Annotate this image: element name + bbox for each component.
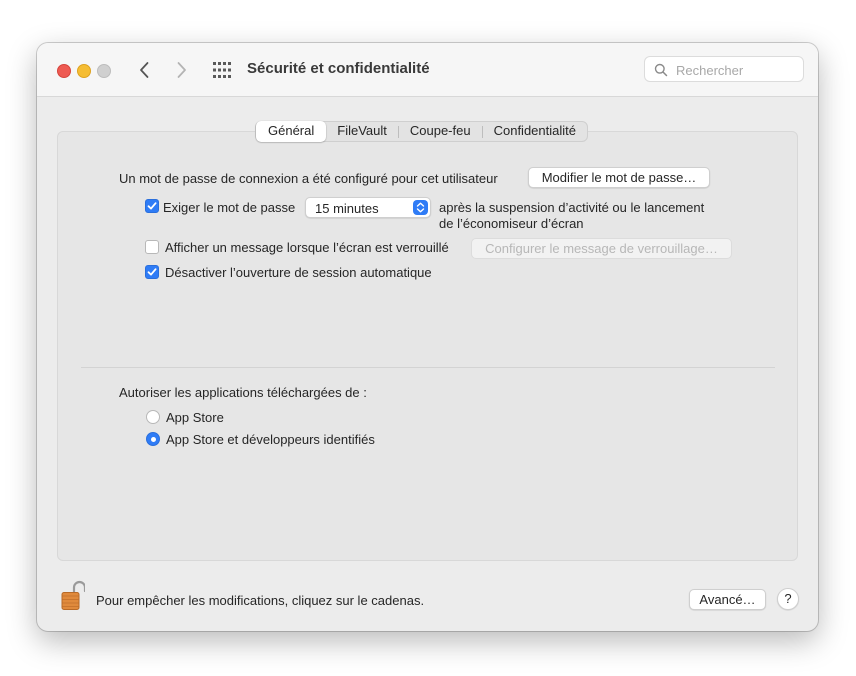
show-message-label: Afficher un message lorsque l’écran est … [165, 240, 449, 255]
disable-autologin-checkbox[interactable] [145, 265, 159, 279]
forward-button[interactable] [170, 59, 192, 81]
password-configured-text: Un mot de passe de connexion a été confi… [119, 171, 498, 186]
section-divider [81, 367, 775, 368]
chevron-left-icon [140, 62, 149, 78]
chevron-right-icon [177, 62, 186, 78]
require-password-suffix-line2: de l’économiseur d’écran [439, 216, 584, 231]
preferences-window: Sécurité et confidentialité Général File… [37, 43, 818, 631]
close-window-button[interactable] [57, 64, 71, 78]
title-bar: Sécurité et confidentialité [37, 43, 818, 97]
require-password-label: Exiger le mot de passe [163, 200, 296, 215]
configure-lock-message-button[interactable]: Configurer le message de verrouillage… [471, 238, 732, 259]
show-all-grid-icon[interactable] [213, 62, 231, 78]
show-message-checkbox[interactable] [145, 240, 159, 254]
tab-firewall[interactable]: Coupe-feu [399, 121, 482, 142]
require-password-checkbox[interactable] [145, 199, 159, 213]
change-password-button[interactable]: Modifier le mot de passe… [528, 167, 710, 188]
back-button[interactable] [134, 59, 156, 81]
radio-app-store-label: App Store [166, 410, 224, 425]
window-title: Sécurité et confidentialité [247, 60, 430, 77]
help-button[interactable]: ? [777, 588, 799, 610]
radio-app-store-identified-developers[interactable] [146, 432, 160, 446]
tab-bar: Général FileVault Coupe-feu Confidential… [255, 121, 588, 142]
allow-downloads-heading: Autoriser les applications téléchargées … [119, 385, 367, 400]
updown-arrows-icon [413, 200, 428, 215]
search-input[interactable] [674, 60, 803, 80]
disable-autologin-label: Désactiver l’ouverture de session automa… [165, 265, 432, 280]
password-delay-select[interactable]: 15 minutes [305, 197, 431, 218]
password-delay-value: 15 minutes [315, 201, 379, 216]
require-password-suffix-line1: après la suspension d’activité ou le lan… [439, 200, 705, 215]
minimize-window-button[interactable] [77, 64, 91, 78]
search-icon [654, 63, 668, 77]
tab-content-panel [57, 131, 798, 561]
checkmark-icon [147, 268, 157, 276]
tab-general[interactable]: Général [256, 121, 327, 142]
tab-privacy[interactable]: Confidentialité [483, 121, 587, 142]
search-field[interactable] [644, 56, 804, 82]
radio-app-store-identified-developers-label: App Store et développeurs identifiés [166, 432, 375, 447]
checkmark-icon [147, 202, 157, 210]
zoom-window-button[interactable] [97, 64, 111, 78]
tab-filevault[interactable]: FileVault [326, 121, 398, 142]
advanced-button[interactable]: Avancé… [689, 589, 766, 610]
radio-app-store[interactable] [146, 410, 160, 424]
lock-hint-text: Pour empêcher les modifications, cliquez… [96, 593, 425, 608]
unlocked-padlock-icon[interactable] [61, 580, 87, 617]
